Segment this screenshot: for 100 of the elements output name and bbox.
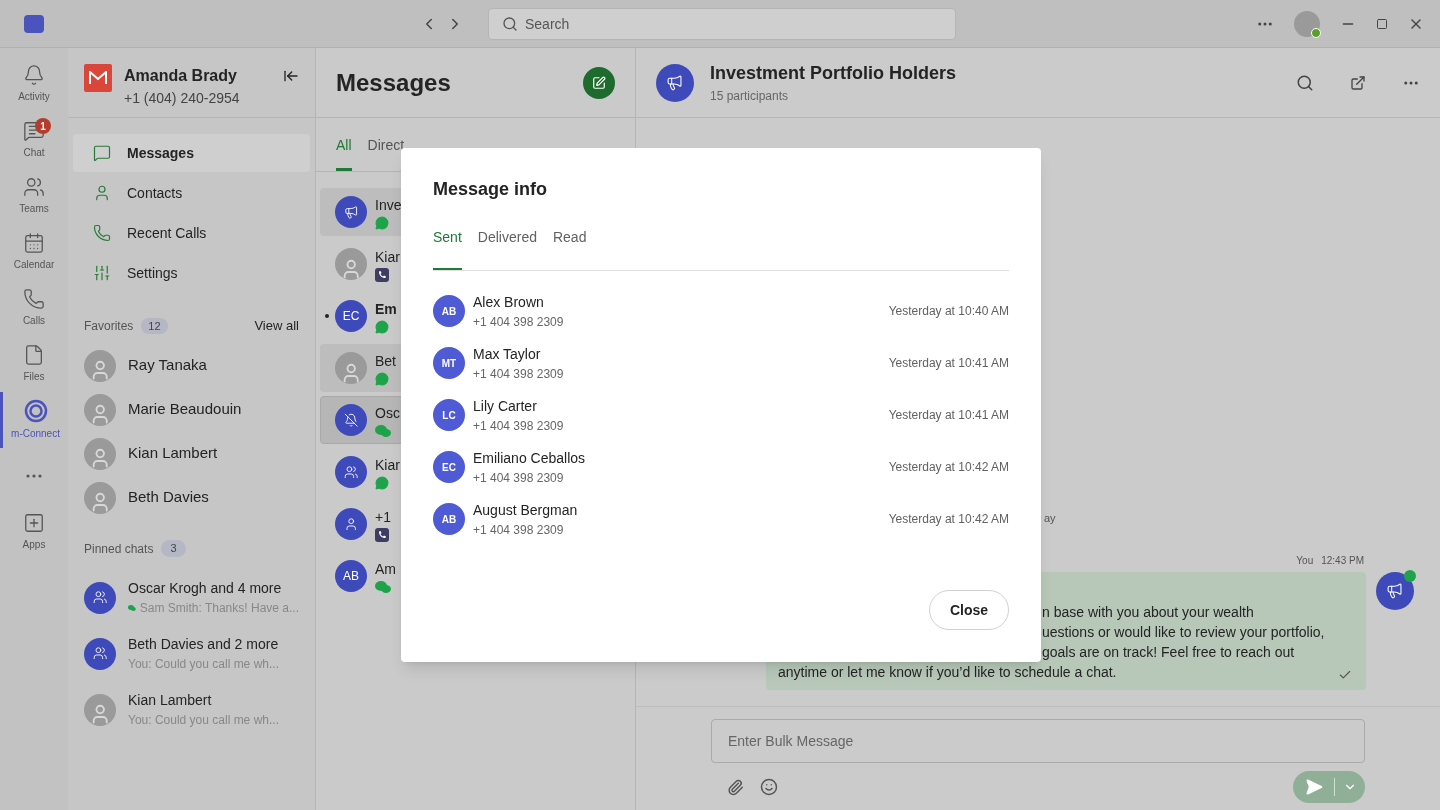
nav-item[interactable]: Contacts <box>73 174 310 212</box>
conversation-name: Bet <box>375 351 396 371</box>
dialog-title: Message info <box>433 178 549 201</box>
megaphone-icon <box>343 204 359 220</box>
chat-title: Investment Portfolio Holders <box>710 62 958 85</box>
rail-item[interactable]: Chat 1 <box>0 112 68 168</box>
person-icon <box>93 184 111 202</box>
rail-item[interactable]: Activity <box>0 56 68 112</box>
phone-icon <box>375 527 389 542</box>
megaphone-icon <box>1386 582 1404 600</box>
rings-icon <box>23 399 48 423</box>
nav-item[interactable]: Recent Calls <box>73 214 310 252</box>
dialog-tab[interactable]: Sent <box>433 227 462 270</box>
app-logo-icon <box>24 14 44 33</box>
send-icon <box>1304 778 1323 796</box>
nav-item[interactable]: Messages <box>73 134 310 172</box>
whatsapp-badge-icon <box>1404 570 1416 582</box>
phone-icon <box>375 267 389 282</box>
phone-icon <box>93 224 111 242</box>
rail-item[interactable]: Calendar <box>0 224 68 280</box>
account-name: Amanda Brady <box>124 66 238 86</box>
pinned-chat-preview: Sam Smith: Thanks! Have a... <box>139 600 299 617</box>
account-phone: +1 (404) 240-2954 <box>124 89 241 108</box>
recipient-name: Max Taylor <box>473 344 542 364</box>
phone-icon <box>23 288 45 310</box>
recipient-avatar: AB <box>433 295 465 327</box>
conversation-name: Kiar <box>375 455 400 475</box>
compose-icon <box>592 75 606 90</box>
message-time: 12:43 PM <box>1321 554 1364 568</box>
sent-time: Yesterday at 10:41 AM <box>888 355 1009 372</box>
more-icon <box>26 474 42 478</box>
recipient-name: Lily Carter <box>473 396 538 416</box>
message-text: n base with you about your wealth <box>1042 604 1254 620</box>
rail-item[interactable]: Teams <box>0 168 68 224</box>
megaphone-icon <box>666 73 684 92</box>
collapse-icon[interactable] <box>283 68 299 84</box>
dialog-tab[interactable]: Read <box>552 227 587 270</box>
participant-count: 15 participants <box>710 88 790 105</box>
message-input[interactable]: Enter Bulk Message <box>711 719 1365 763</box>
people-icon <box>343 464 359 480</box>
pinned-chat-name[interactable]: Kian Lambert <box>128 690 279 711</box>
pinned-chat-name[interactable]: Oscar Krogh and 4 more <box>128 578 299 599</box>
rail-item[interactable]: Apps <box>0 504 68 560</box>
favorite-name[interactable]: Beth Davies <box>128 486 209 509</box>
filter-tab[interactable]: Direct <box>367 135 405 171</box>
attach-icon[interactable] <box>727 778 744 796</box>
rail-item[interactable]: Files <box>0 336 68 392</box>
pinned-count: 3 <box>161 540 186 557</box>
sent-time: Yesterday at 10:42 AM <box>888 459 1009 476</box>
nav-item[interactable]: Settings <box>73 254 310 292</box>
recipient-phone: +1 404 398 2309 <box>473 469 565 487</box>
whatsapp-icon <box>375 319 389 334</box>
search-field[interactable]: Search <box>488 7 956 40</box>
wechat-icon <box>375 423 391 438</box>
pinned-heading: Pinned chats <box>84 540 154 558</box>
file-icon <box>23 344 45 366</box>
sent-time: Yesterday at 10:42 AM <box>888 511 1009 528</box>
brand-logo-icon <box>84 64 112 92</box>
sent-time: Yesterday at 10:41 AM <box>888 407 1009 424</box>
favorites-count: 12 <box>141 317 168 334</box>
speech-bubble-icon <box>93 144 111 162</box>
message-text: anytime or let me know if you’d like to schedule a chat. <box>778 664 1117 680</box>
search-icon <box>502 15 518 32</box>
search-icon[interactable] <box>1296 73 1314 92</box>
recipient-avatar: AB <box>433 503 465 535</box>
dialog-tab[interactable]: Delivered <box>477 227 537 270</box>
conversation-name: Osc <box>375 403 400 423</box>
favorite-name[interactable]: Ray Tanaka <box>128 354 207 377</box>
date-divider-text: ay <box>1044 512 1056 524</box>
favorite-name[interactable]: Kian Lambert <box>128 442 218 465</box>
unread-badge: 1 <box>35 118 51 134</box>
pinned-chat-name[interactable]: Beth Davies and 2 more <box>128 634 279 655</box>
whatsapp-icon <box>375 215 389 230</box>
conversation-name: Em <box>375 299 397 319</box>
recipient-phone: +1 404 398 2309 <box>473 313 565 331</box>
favorite-name[interactable]: Marie Beaudouin <box>128 398 242 421</box>
pop-out-icon[interactable] <box>1350 74 1366 91</box>
bell-icon <box>23 64 45 86</box>
message-text: uestions or would like to review your portfolio, <box>1042 624 1325 640</box>
recipient-phone: +1 404 398 2309 <box>473 521 565 539</box>
messages-title: Messages <box>336 67 452 98</box>
favorites-heading: Favorites <box>84 317 134 335</box>
people-icon <box>92 646 108 661</box>
conversation-name: +1 <box>375 507 391 527</box>
emoji-icon[interactable] <box>760 778 778 796</box>
compose-button[interactable] <box>583 66 615 99</box>
recipient-avatar: EC <box>433 451 465 483</box>
whatsapp-icon <box>375 371 389 386</box>
message-text: goals are on track! Feel free to reach out <box>1042 644 1295 660</box>
maximize-icon[interactable] <box>1376 17 1388 30</box>
pinned-chat-preview: You: Could you call me wh... <box>128 656 279 673</box>
whatsapp-icon <box>375 475 389 490</box>
person-icon <box>343 516 359 532</box>
rail-item[interactable]: Calls <box>0 280 68 336</box>
conversation-name: Kiar <box>375 247 400 267</box>
plus-square-icon <box>23 512 45 534</box>
wechat-icon <box>375 579 391 594</box>
view-all-link[interactable]: View all <box>254 316 299 336</box>
calendar-icon <box>23 232 45 254</box>
recipient-name: Alex Brown <box>473 292 545 312</box>
